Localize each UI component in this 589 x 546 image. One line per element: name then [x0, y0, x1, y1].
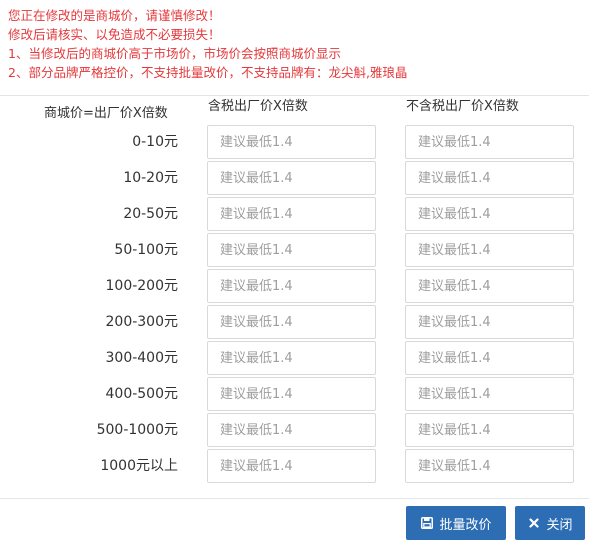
warning-line: 修改后请核实、以免造成不必要损失！	[8, 27, 221, 42]
notax-multiplier-input[interactable]	[405, 233, 574, 267]
tax-multiplier-input[interactable]	[207, 449, 376, 483]
notax-multiplier-input[interactable]	[405, 125, 574, 159]
price-range-row: 300-400元	[0, 341, 589, 377]
notax-multiplier-input[interactable]	[405, 197, 574, 231]
tax-multiplier-input[interactable]	[207, 233, 376, 267]
price-range-label: 400-500元	[105, 386, 179, 402]
close-label: 关闭	[546, 517, 573, 533]
price-range-rows: 0-10元 10-20元 20-50元 50-100元 100-200元 200…	[0, 125, 589, 485]
batch-change-price-button[interactable]: 批量改价	[406, 506, 506, 540]
price-range-label: 50-100元	[114, 242, 178, 258]
notax-multiplier-input[interactable]	[405, 161, 574, 195]
price-range-label: 500-1000元	[96, 422, 178, 438]
tax-multiplier-input[interactable]	[207, 413, 376, 447]
price-range-row: 20-50元	[0, 197, 589, 233]
price-range-row: 400-500元	[0, 377, 589, 413]
warning-line: 您正在修改的是商城价，请谨慎修改！	[8, 8, 221, 23]
batch-change-price-label: 批量改价	[439, 517, 492, 533]
notax-multiplier-input[interactable]	[405, 377, 574, 411]
price-range-row: 0-10元	[0, 125, 589, 161]
formula-label: 商城价=出厂价X倍数	[44, 106, 168, 121]
tax-multiplier-input[interactable]	[207, 197, 376, 231]
price-range-row: 1000元以上	[0, 449, 589, 485]
tax-multiplier-input[interactable]	[207, 125, 376, 159]
tax-multiplier-input[interactable]	[207, 341, 376, 375]
price-range-label: 0-10元	[132, 134, 178, 150]
tax-multiplier-input[interactable]	[207, 377, 376, 411]
save-icon	[420, 517, 433, 530]
warning-line: 1、当修改后的商城价高于市场价，市场价会按照商城价显示	[8, 46, 341, 61]
tax-multiplier-input[interactable]	[207, 269, 376, 303]
close-icon	[527, 517, 540, 530]
price-range-label: 200-300元	[105, 314, 179, 330]
divider	[0, 95, 589, 96]
price-range-label: 1000元以上	[100, 458, 178, 474]
divider	[0, 498, 589, 499]
price-range-label: 100-200元	[105, 278, 179, 294]
notax-multiplier-input[interactable]	[405, 269, 574, 303]
warning-messages: 您正在修改的是商城价，请谨慎修改！ 修改后请核实、以免造成不必要损失！ 1、当修…	[8, 6, 583, 82]
price-range-label: 20-50元	[123, 206, 178, 222]
tax-multiplier-input[interactable]	[207, 305, 376, 339]
notax-multiplier-input[interactable]	[405, 341, 574, 375]
price-range-row: 100-200元	[0, 269, 589, 305]
price-range-label: 300-400元	[105, 350, 179, 366]
price-range-row: 10-20元	[0, 161, 589, 197]
price-range-label: 10-20元	[123, 170, 178, 186]
price-range-row: 200-300元	[0, 305, 589, 341]
column-header-notax: 不含税出厂价X倍数	[406, 99, 519, 114]
warning-line: 2、部分品牌严格控价，不支持批量改价，不支持品牌有：龙尖斛,雅琅晶	[8, 65, 408, 80]
price-range-row: 50-100元	[0, 233, 589, 269]
close-button[interactable]: 关闭	[515, 506, 585, 540]
notax-multiplier-input[interactable]	[405, 305, 574, 339]
notax-multiplier-input[interactable]	[405, 449, 574, 483]
price-range-row: 500-1000元	[0, 413, 589, 449]
tax-multiplier-input[interactable]	[207, 161, 376, 195]
column-header-tax: 含税出厂价X倍数	[208, 99, 308, 114]
notax-multiplier-input[interactable]	[405, 413, 574, 447]
